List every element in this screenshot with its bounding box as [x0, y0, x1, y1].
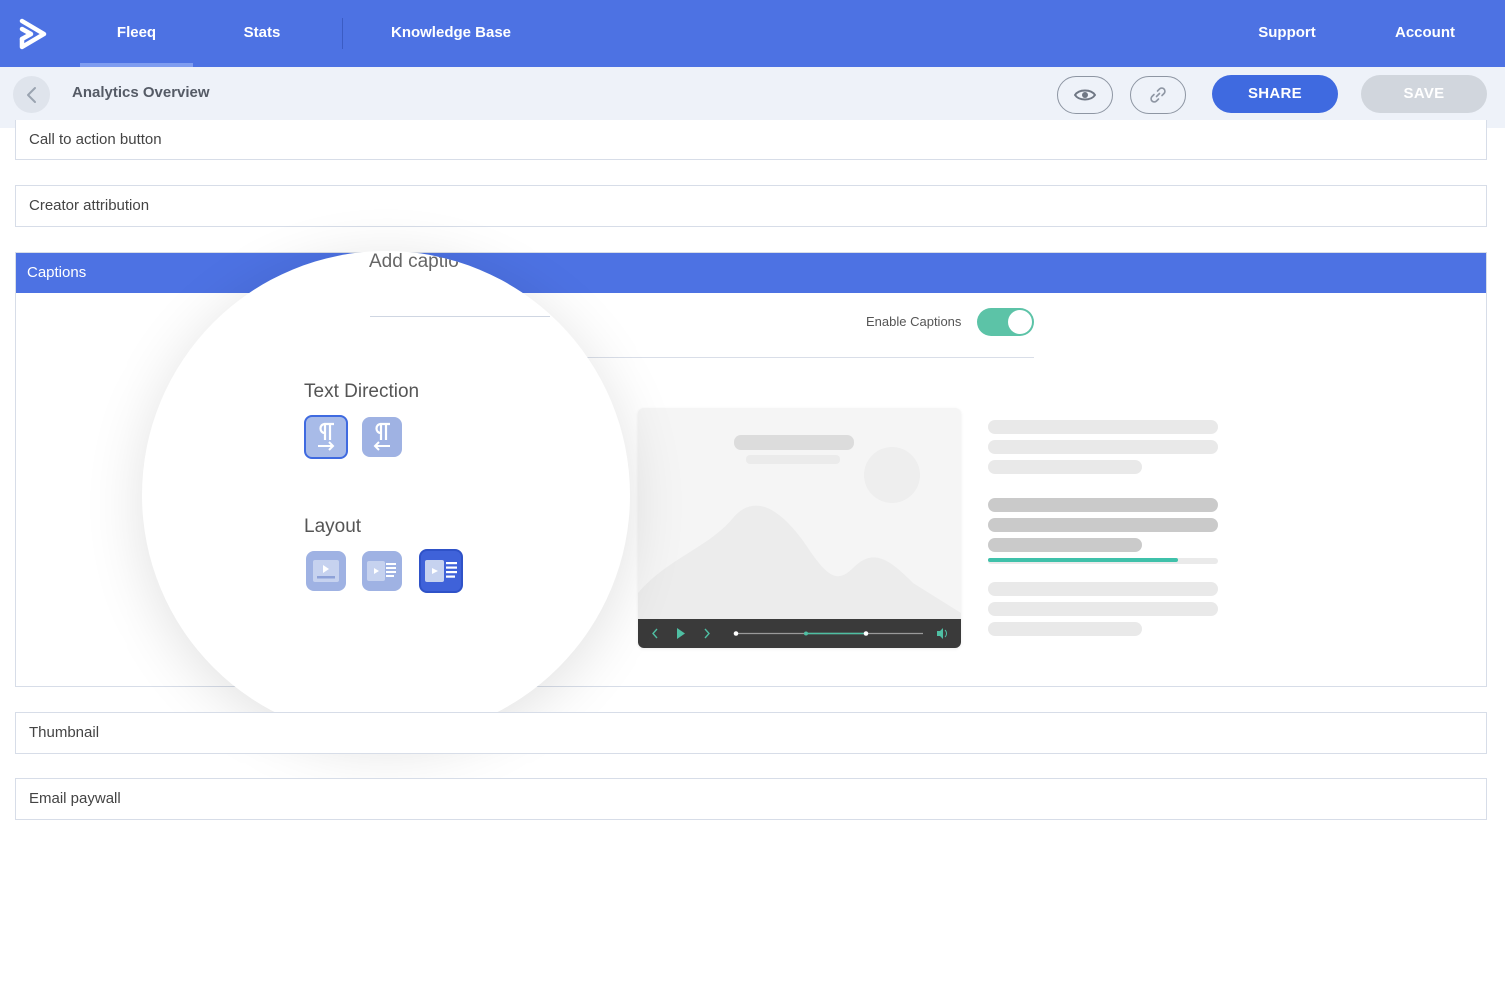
back-button[interactable]	[13, 76, 50, 113]
text-direction-label: Text Direction	[304, 381, 420, 402]
nav-link-support[interactable]: Support	[1245, 0, 1329, 67]
share-button[interactable]: SHARE	[1212, 75, 1338, 113]
divider	[585, 357, 1034, 358]
layout-side-icon	[367, 561, 396, 581]
save-button[interactable]: SAVE	[1361, 75, 1487, 113]
section-label: Thumbnail	[29, 724, 100, 741]
section-label: Captions	[27, 264, 87, 281]
preview-landscape-illustration	[638, 435, 961, 619]
add-caption-input[interactable]: Add captio	[369, 251, 469, 273]
section-label: Call to action button	[29, 131, 162, 148]
player-controls	[652, 628, 947, 639]
section-label: Creator attribution	[29, 197, 150, 214]
section-call-to-action[interactable]: Call to action button	[15, 120, 1487, 160]
section-label: Email paywall	[29, 790, 121, 807]
layout-side-button[interactable]	[362, 551, 402, 591]
nav-tab-fleeq[interactable]: Fleeq	[80, 0, 193, 67]
page-title: Analytics Overview	[72, 84, 210, 101]
magnified-caption-options: Add captio Text Direction Layout	[142, 251, 630, 739]
text-direction-rtl-button[interactable]	[362, 417, 402, 457]
chevron-left-icon	[26, 86, 36, 103]
captions-header[interactable]: Captions	[16, 253, 1486, 293]
layout-label: Layout	[304, 516, 362, 537]
nav-divider	[342, 18, 343, 49]
section-creator-attribution[interactable]: Creator attribution	[15, 185, 1487, 227]
copy-link-button[interactable]	[1130, 76, 1186, 114]
enable-captions-toggle[interactable]	[977, 308, 1034, 336]
player-control-bar	[638, 619, 961, 648]
preview-button[interactable]	[1057, 76, 1113, 114]
page-header: Analytics Overview SHARE SAVE	[0, 67, 1505, 128]
top-navigation: Fleeq Stats Knowledge Base Support Accou…	[0, 0, 1505, 67]
eye-icon	[1074, 89, 1096, 101]
input-underline	[370, 316, 550, 317]
fleeq-logo-icon[interactable]	[18, 18, 48, 50]
section-thumbnail[interactable]: Thumbnail	[15, 712, 1487, 754]
section-email-paywall[interactable]: Email paywall	[15, 778, 1487, 820]
layout-below-icon	[313, 560, 339, 582]
enable-captions-label: Enable Captions	[866, 314, 962, 329]
toggle-knob	[1008, 310, 1032, 334]
layout-side-large-button[interactable]	[419, 549, 463, 593]
paragraph-rtl-icon	[373, 422, 390, 451]
link-icon	[1150, 87, 1166, 103]
caption-preview-player	[638, 408, 961, 648]
paragraph-ltr-icon	[318, 422, 335, 451]
layout-below-button[interactable]	[306, 551, 346, 591]
text-direction-ltr-button[interactable]	[304, 415, 348, 459]
nav-tab-stats[interactable]: Stats	[224, 0, 300, 67]
nav-link-account[interactable]: Account	[1383, 0, 1467, 67]
layout-side-large-icon	[425, 560, 457, 582]
nav-tab-knowledge-base[interactable]: Knowledge Base	[380, 0, 522, 67]
